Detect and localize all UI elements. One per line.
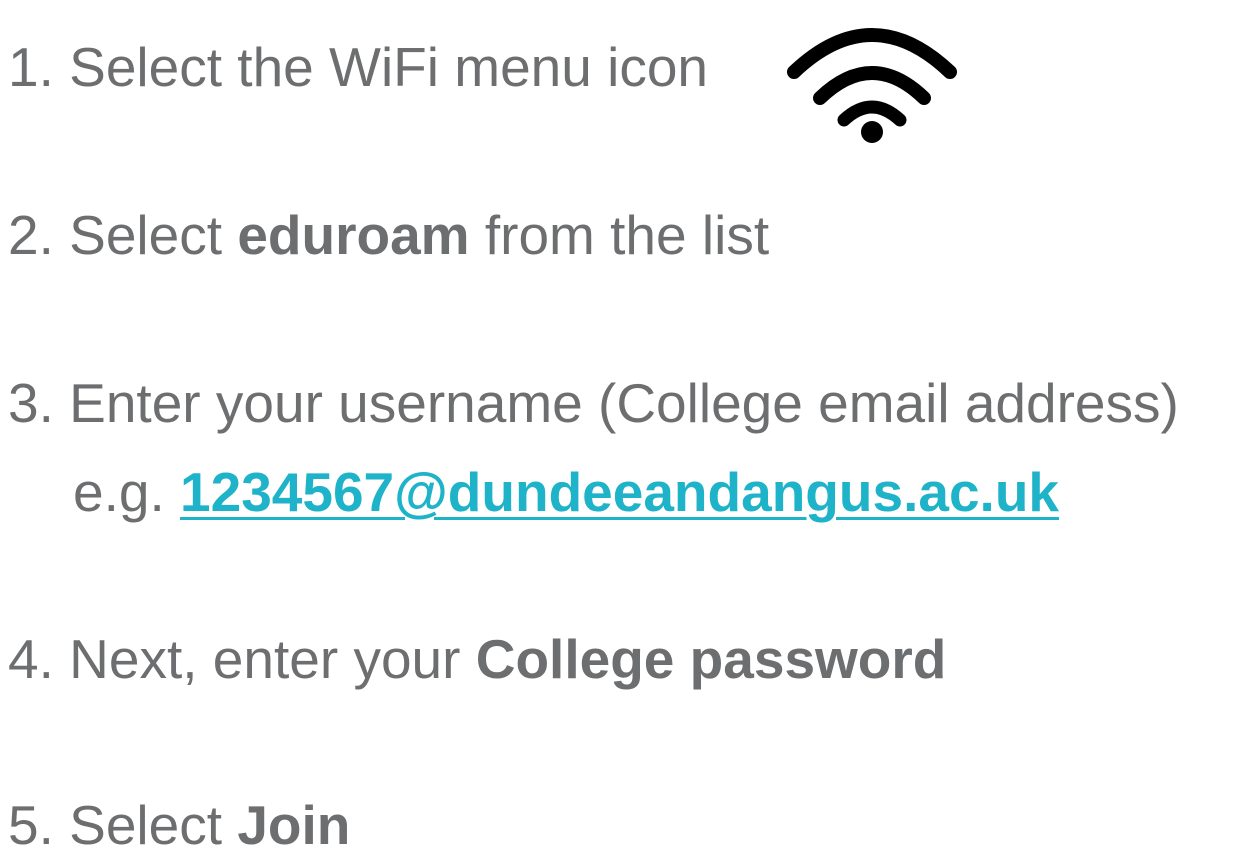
step-2-number: 2. <box>8 204 54 266</box>
step-3-example: e.g. 1234567@dundeeandangus.ac.uk <box>73 465 1059 520</box>
step-3-number: 3. <box>8 372 54 434</box>
example-prefix: e.g. <box>73 461 181 523</box>
step-5-text-before: Select <box>69 794 238 856</box>
step-1-number: 1. <box>8 36 54 98</box>
step-1-text: Select the WiFi menu icon <box>69 36 709 98</box>
network-name: eduroam <box>237 204 470 266</box>
wifi-icon <box>787 28 957 143</box>
step-5-number: 5. <box>8 794 54 856</box>
step-4-number: 4. <box>8 628 54 690</box>
step-4-text-before: Next, enter your <box>69 628 476 690</box>
join-label: Join <box>237 794 351 856</box>
step-2: 2. Select eduroam from the list <box>8 208 769 263</box>
step-3-text: Enter your username (College email addre… <box>69 372 1179 434</box>
step-3: 3. Enter your username (College email ad… <box>8 376 1179 431</box>
step-2-text-after: from the list <box>469 204 770 266</box>
step-1: 1. Select the WiFi menu icon <box>8 40 708 95</box>
step-5: 5. Select Join <box>8 798 350 853</box>
password-label: College password <box>475 628 947 690</box>
step-2-text-before: Select <box>69 204 238 266</box>
step-4: 4. Next, enter your College password <box>8 632 946 687</box>
example-email-link[interactable]: 1234567@dundeeandangus.ac.uk <box>180 461 1059 523</box>
